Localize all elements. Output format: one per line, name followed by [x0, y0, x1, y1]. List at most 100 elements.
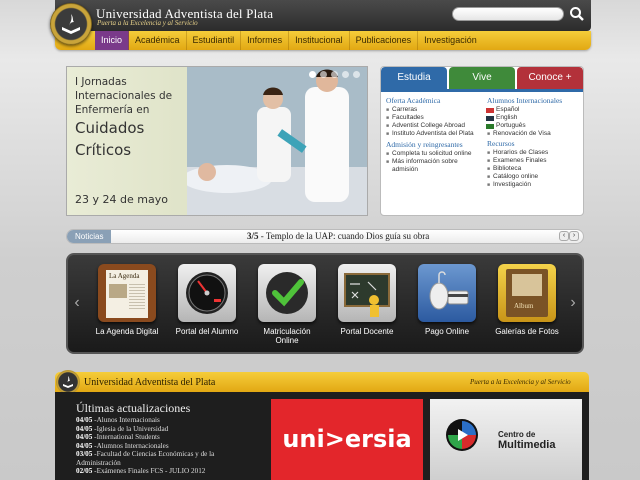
news-label: Noticias — [67, 230, 112, 243]
link-visa[interactable]: Renovación de Visa — [487, 130, 583, 138]
nav-item-investigacion[interactable]: Investigación — [418, 31, 483, 50]
banner-dot[interactable] — [320, 71, 327, 78]
update-text[interactable]: International Students — [97, 433, 160, 441]
event-banner[interactable]: I Jornadas Internacionales de Enfermería… — [66, 66, 368, 216]
album-photo — [512, 274, 542, 296]
list-item[interactable]: 04/05 -Alumnos Internacionales — [76, 442, 256, 451]
update-text[interactable]: Iglesia de la Universidad — [97, 425, 169, 433]
update-date: 04/05 — [76, 416, 93, 424]
checkmark-icon — [258, 264, 316, 322]
link-portugues[interactable]: Português — [486, 122, 583, 130]
news-prev-button[interactable]: ‹ — [559, 231, 569, 241]
link-catalogo[interactable]: Catálogo online — [487, 173, 583, 181]
news-headline[interactable]: 3/5 - Templo de la UAP: cuando Dios guía… — [247, 230, 429, 243]
carousel-prev-button[interactable]: ‹ — [70, 275, 84, 331]
banner-dot[interactable] — [309, 71, 316, 78]
tab-estudia[interactable]: Estudia — [381, 67, 447, 89]
tab-underline — [381, 89, 583, 92]
nav-item-academica[interactable]: Académica — [129, 31, 187, 50]
banner-dot[interactable] — [342, 71, 349, 78]
services-carousel: ‹ › La Agenda La Agenda Digital Portal d… — [66, 253, 584, 354]
search-button[interactable] — [568, 5, 586, 23]
banner-dot[interactable] — [353, 71, 360, 78]
info-tabs-panel: Estudia Vive Conoce + Oferta Académica C… — [380, 66, 584, 216]
gauge-graphic — [186, 272, 228, 314]
carousel-label: Galerías de Fotos — [495, 327, 559, 336]
news-nav: ‹ › — [559, 231, 579, 241]
link-college-abroad[interactable]: Adventist College Abroad — [386, 122, 484, 130]
link-instituto[interactable]: Instituto Adventista del Plata — [386, 130, 484, 138]
multimedia-logo-icon — [446, 419, 478, 451]
link-examenes[interactable]: Examenes Finales — [487, 157, 583, 165]
university-seal-logo[interactable] — [50, 3, 92, 45]
tab-column-right: Alumnos Internacionales Español English … — [486, 97, 583, 189]
update-text[interactable]: Alumnos Internacionales — [97, 442, 169, 450]
nurses-photo — [187, 67, 367, 215]
link-english[interactable]: English — [486, 114, 583, 122]
link-facultades[interactable]: Facultades — [386, 114, 484, 122]
search-input[interactable] — [452, 7, 564, 21]
update-text[interactable]: Facultad de Ciencias Económicas y de la … — [76, 450, 214, 467]
nav-item-institucional[interactable]: Institucional — [289, 31, 350, 50]
heading-oferta: Oferta Académica — [386, 96, 441, 105]
carousel-item-portal-alumno[interactable]: Portal del Alumno — [172, 264, 242, 336]
update-date: 02/05 — [76, 467, 93, 475]
carousel-item-matriculacion[interactable]: Matriculación Online — [252, 264, 322, 345]
tab-column-left: Oferta Académica Carreras Facultades Adv… — [386, 97, 484, 174]
update-date: 03/05 — [76, 450, 93, 458]
news-next-button[interactable]: › — [569, 231, 579, 241]
banner-subtitle: Cuidados Críticos — [75, 117, 144, 161]
link-horarios[interactable]: Horarios de Clases — [487, 149, 583, 157]
news-title[interactable]: Templo de la UAP: cuando Dios guía su ob… — [266, 231, 429, 241]
link-espanol[interactable]: Español — [486, 106, 583, 114]
tab-conoce[interactable]: Conoce + — [517, 67, 583, 89]
heading-recursos: Recursos — [487, 139, 515, 148]
update-date: 04/05 — [76, 441, 93, 450]
list-item[interactable]: 02/05 -Exámenes Finales FCS - JULIO 2012 — [76, 467, 256, 476]
carousel-label: La Agenda Digital — [95, 327, 159, 336]
carousel-item-galerias[interactable]: Album Galerías de Fotos — [492, 264, 562, 336]
nav-item-informes[interactable]: Informes — [241, 31, 290, 50]
bottom-slogan: Puerta a la Excelencia y al Servicio — [470, 378, 571, 386]
link-biblioteca[interactable]: Biblioteca — [487, 165, 583, 173]
agenda-photo — [109, 284, 127, 298]
banner-dot[interactable] — [331, 71, 338, 78]
multimedia-title-small: Centro de — [498, 430, 536, 439]
nav-item-publicaciones[interactable]: Publicaciones — [350, 31, 419, 50]
carousel-item-portal-docente[interactable]: Portal Docente — [332, 264, 402, 336]
university-slogan: Puerta a la Excelencia y al Servicio — [97, 19, 198, 27]
tab-vive[interactable]: Vive — [449, 67, 515, 89]
checkmark-graphic — [266, 272, 308, 314]
nav-item-estudiantil[interactable]: Estudiantil — [187, 31, 242, 50]
album-icon-text: Album — [514, 302, 534, 310]
updates-title: Últimas actualizaciones — [76, 401, 191, 415]
list-item[interactable]: 04/05 -Alunos Internacionais — [76, 416, 256, 425]
updates-list: 04/05 -Alunos Internacionais 04/05 -Igle… — [76, 416, 256, 476]
update-text[interactable]: Exámenes Finales FCS - JULIO 2012 — [97, 467, 206, 475]
link-carreras[interactable]: Carreras — [386, 106, 484, 114]
banner-line-criticos: Críticos — [75, 141, 132, 159]
list-item[interactable]: 04/05 -Iglesia de la Universidad — [76, 425, 256, 434]
link-solicitud[interactable]: Completa tu solicitud online — [386, 150, 484, 158]
carousel-item-agenda[interactable]: La Agenda La Agenda Digital — [92, 264, 162, 336]
carousel-next-button[interactable]: › — [566, 275, 580, 331]
carousel-label: Matriculación Online — [263, 327, 311, 345]
universia-banner[interactable]: uni>ersia — [271, 399, 423, 480]
banner-pager — [309, 71, 360, 78]
carousel-label: Portal del Alumno — [175, 327, 239, 336]
heading-admision: Admisión y reingresantes — [386, 140, 463, 149]
blackboard-graphic — [344, 273, 390, 317]
main-nav: Inicio Académica Estudiantil Informes In… — [55, 31, 591, 50]
banner-line-cuidados: Cuidados — [75, 119, 145, 137]
multimedia-title: Multimedia — [498, 439, 556, 451]
mouse-card-icon — [418, 264, 476, 322]
update-text[interactable]: Alunos Internacionais — [97, 416, 160, 424]
nav-item-inicio[interactable]: Inicio — [95, 31, 130, 50]
agenda-lines — [129, 284, 145, 310]
list-item[interactable]: 03/05 -Facultad de Ciencias Económicas y… — [76, 450, 256, 467]
bottom-university-name: Universidad Adventista del Plata — [84, 377, 216, 388]
carousel-item-pago-online[interactable]: Pago Online — [412, 264, 482, 336]
list-item[interactable]: 04/05 -International Students — [76, 433, 256, 442]
link-admision-info[interactable]: Más información sobre admisión — [386, 158, 484, 174]
link-investigacion[interactable]: Investigación — [487, 181, 583, 189]
